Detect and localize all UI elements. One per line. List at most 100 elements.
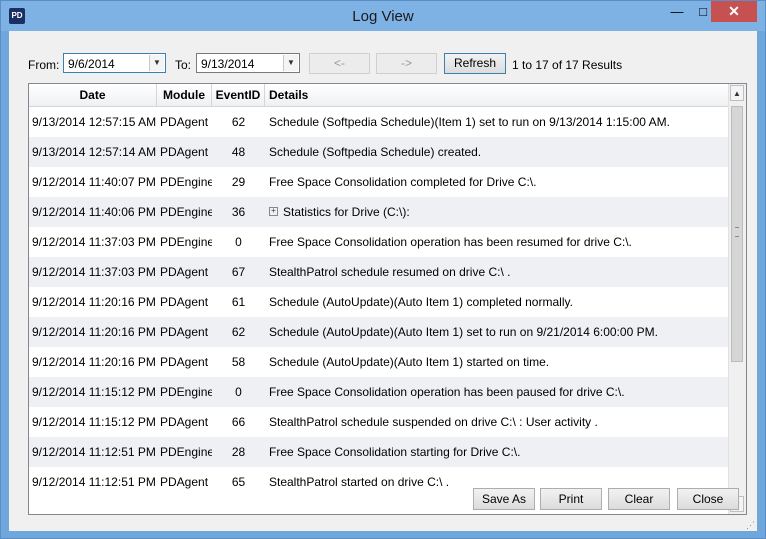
cell-date: 9/12/2014 11:20:16 PM bbox=[32, 317, 157, 347]
cell-details: StealthPatrol schedule resumed on drive … bbox=[269, 257, 724, 287]
cell-module-text: PDEngine bbox=[160, 205, 212, 219]
table-row[interactable]: 9/12/2014 11:40:06 PM PDEngine 36 + Statisti… bbox=[29, 197, 729, 227]
table-row[interactable]: 9/12/2014 11:40:07 PM PDEngine 29 Free Spac… bbox=[29, 167, 729, 197]
vertical-scrollbar[interactable]: ▲ ▼ bbox=[728, 84, 746, 514]
from-label: From: bbox=[28, 58, 60, 72]
from-date-value: 9/6/2014 bbox=[68, 57, 115, 71]
cell-details-text: Schedule (AutoUpdate)(Auto Item 1) start… bbox=[269, 355, 550, 369]
previous-page-button[interactable]: <- bbox=[309, 53, 370, 74]
cell-details-text: Free Space Consolidation completed for D… bbox=[269, 175, 537, 189]
column-header-details[interactable]: Details bbox=[265, 84, 729, 106]
refresh-button[interactable]: Refresh bbox=[444, 53, 506, 74]
next-page-button[interactable]: -> bbox=[376, 53, 437, 74]
cell-date-text: 9/12/2014 11:20:16 PM bbox=[32, 325, 156, 339]
scroll-thumb[interactable] bbox=[731, 106, 743, 362]
cell-date: 9/12/2014 11:20:16 PM bbox=[32, 347, 157, 377]
cell-details: Schedule (AutoUpdate)(Auto Item 1) compl… bbox=[269, 287, 724, 317]
cell-details-text: StealthPatrol started on drive C:\ . bbox=[269, 475, 450, 489]
column-header-date[interactable]: Date bbox=[29, 84, 157, 106]
cell-date-text: 9/13/2014 12:57:15 AM bbox=[32, 115, 157, 129]
cell-details-text: StealthPatrol schedule resumed on drive … bbox=[269, 265, 511, 279]
cell-date-text: 9/12/2014 11:40:07 PM bbox=[32, 175, 156, 189]
cell-eventid: 62 bbox=[212, 317, 265, 347]
cell-module-text: PDAgent bbox=[160, 115, 209, 129]
table-row[interactable]: 9/12/2014 11:20:16 PM PDAgent 62 Schedule (… bbox=[29, 317, 729, 347]
table-row[interactable]: 9/12/2014 11:20:16 PM PDAgent 58 Schedule (… bbox=[29, 347, 729, 377]
cell-module: PDEngine bbox=[160, 437, 212, 467]
log-view-window: PD Log View — □ ✕ From: 9/6/2014 ▼ To: 9… bbox=[0, 0, 766, 539]
cell-eventid-text: 48 bbox=[231, 145, 246, 159]
cell-details-text: Free Space Consolidation operation has b… bbox=[269, 235, 632, 249]
cell-date: 9/12/2014 11:12:51 PM bbox=[32, 437, 157, 467]
title-bar[interactable]: PD Log View — □ ✕ bbox=[1, 1, 765, 31]
cell-module-text: PDAgent bbox=[160, 355, 209, 369]
cell-eventid-text: 28 bbox=[231, 445, 246, 459]
cell-eventid: 66 bbox=[212, 407, 265, 437]
cell-details-text: Statistics for Drive (C:\): bbox=[283, 205, 410, 219]
to-label: To: bbox=[175, 58, 192, 72]
cell-date: 9/13/2014 12:57:15 AM bbox=[32, 107, 157, 137]
chevron-down-icon[interactable]: ▼ bbox=[149, 55, 164, 71]
cell-date-text: 9/12/2014 11:15:12 PM bbox=[32, 385, 156, 399]
table-row[interactable]: 9/12/2014 11:37:03 PM PDEngine 0 Free Space… bbox=[29, 227, 729, 257]
table-row[interactable]: 9/12/2014 11:37:03 PM PDAgent 67 StealthPat… bbox=[29, 257, 729, 287]
cell-eventid: 65 bbox=[212, 467, 265, 497]
cell-details: Free Space Consolidation operation has b… bbox=[269, 227, 724, 257]
minimize-button[interactable]: — bbox=[663, 1, 691, 22]
cell-date-text: 9/12/2014 11:15:12 PM bbox=[32, 415, 156, 429]
clear-button[interactable]: Clear bbox=[608, 488, 670, 510]
table-row[interactable]: 9/12/2014 11:12:51 PM PDEngine 28 Free Spac… bbox=[29, 437, 729, 467]
cell-eventid: 29 bbox=[212, 167, 265, 197]
table-row[interactable]: 9/13/2014 12:57:14 AM PDAgent 48 Schedule (… bbox=[29, 137, 729, 167]
cell-eventid-text: 67 bbox=[231, 265, 246, 279]
client-area: From: 9/6/2014 ▼ To: 9/13/2014 ▼ <- -> R… bbox=[9, 31, 757, 531]
cell-eventid-text: 65 bbox=[231, 475, 246, 489]
table-row[interactable]: 9/12/2014 11:15:12 PM PDAgent 66 StealthPat… bbox=[29, 407, 729, 437]
scroll-up-icon[interactable]: ▲ bbox=[730, 85, 744, 101]
expand-icon[interactable]: + bbox=[269, 207, 278, 217]
cell-module: PDEngine bbox=[160, 167, 212, 197]
from-date-picker[interactable]: 9/6/2014 ▼ bbox=[63, 53, 166, 73]
cell-date: 9/12/2014 11:15:12 PM bbox=[32, 407, 157, 437]
close-window-button[interactable]: ✕ bbox=[711, 1, 757, 22]
grid-header: Date Module EventID Details bbox=[29, 84, 729, 107]
cell-eventid-text: 0 bbox=[235, 235, 242, 249]
cell-eventid: 36 bbox=[212, 197, 265, 227]
cell-eventid: 48 bbox=[212, 137, 265, 167]
print-button[interactable]: Print bbox=[540, 488, 602, 510]
close-button[interactable]: Close bbox=[677, 488, 739, 510]
cell-details-text: Schedule (Softpedia Schedule) created. bbox=[269, 145, 482, 159]
cell-date-text: 9/12/2014 11:12:51 PM bbox=[32, 475, 156, 489]
chevron-down-icon[interactable]: ▼ bbox=[283, 55, 298, 71]
cell-module-text: PDAgent bbox=[160, 265, 209, 279]
cell-module: PDEngine bbox=[160, 377, 212, 407]
column-header-eventid[interactable]: EventID bbox=[212, 84, 265, 106]
cell-date-text: 9/12/2014 11:20:16 PM bbox=[32, 295, 156, 309]
cell-date: 9/12/2014 11:12:51 PM bbox=[32, 467, 157, 497]
save-as-button[interactable]: Save As bbox=[473, 488, 535, 510]
cell-date: 9/12/2014 11:20:16 PM bbox=[32, 287, 157, 317]
cell-date: 9/12/2014 11:15:12 PM bbox=[32, 377, 157, 407]
cell-details: Free Space Consolidation starting for Dr… bbox=[269, 437, 724, 467]
to-date-picker[interactable]: 9/13/2014 ▼ bbox=[196, 53, 300, 73]
cell-eventid-text: 61 bbox=[231, 295, 246, 309]
cell-details: Free Space Consolidation completed for D… bbox=[269, 167, 724, 197]
to-date-value: 9/13/2014 bbox=[201, 57, 255, 71]
cell-module: PDAgent bbox=[160, 137, 212, 167]
cell-eventid: 61 bbox=[212, 287, 265, 317]
column-header-module[interactable]: Module bbox=[157, 84, 212, 106]
cell-eventid: 0 bbox=[212, 377, 265, 407]
cell-module: PDAgent bbox=[160, 287, 212, 317]
cell-eventid-text: 36 bbox=[231, 205, 246, 219]
resize-grip-icon[interactable]: ⋰ bbox=[746, 520, 756, 530]
cell-module-text: PDAgent bbox=[160, 415, 209, 429]
cell-details-text: Free Space Consolidation operation has b… bbox=[269, 385, 625, 399]
log-grid[interactable]: Date Module EventID Details 9/13/2014 12… bbox=[28, 83, 747, 515]
cell-eventid: 62 bbox=[212, 107, 265, 137]
cell-module-text: PDAgent bbox=[160, 325, 209, 339]
cell-date-text: 9/12/2014 11:40:06 PM bbox=[32, 205, 156, 219]
table-row[interactable]: 9/12/2014 11:20:16 PM PDAgent 61 Schedule (… bbox=[29, 287, 729, 317]
table-row[interactable]: 9/13/2014 12:57:15 AM PDAgent 62 Schedule (… bbox=[29, 107, 729, 137]
cell-module-text: PDAgent bbox=[160, 475, 209, 489]
table-row[interactable]: 9/12/2014 11:15:12 PM PDEngine 0 Free Space… bbox=[29, 377, 729, 407]
